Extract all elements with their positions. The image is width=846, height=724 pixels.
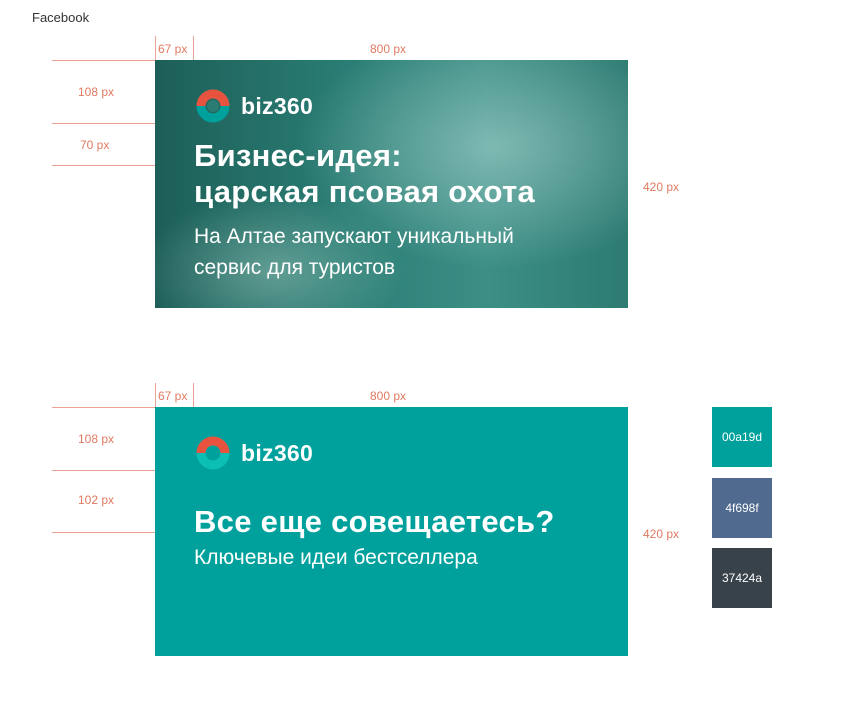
banner-plain: biz360 Все еще совещаетесь? Ключевые иде… <box>155 407 628 656</box>
color-swatch: 37424a <box>712 548 772 608</box>
page-label: Facebook <box>32 10 90 25</box>
color-swatch: 00a19d <box>712 407 772 467</box>
brand-name: biz360 <box>241 92 314 119</box>
logo-ring-icon <box>196 89 230 123</box>
guide-line <box>52 60 155 61</box>
brand-logo: biz360 <box>196 89 313 123</box>
banner-title-line1: Бизнес-идея: <box>194 138 402 173</box>
color-swatch: 4f698f <box>712 478 772 538</box>
swatch-label: 00a19d <box>721 430 763 444</box>
brand-name: biz360 <box>241 439 314 466</box>
guide-line <box>155 383 156 408</box>
dim-left-margin: 67 px <box>158 389 188 403</box>
dim-left-margin: 67 px <box>158 42 188 56</box>
brand-logo: biz360 <box>196 436 313 470</box>
banner-title: Все еще совещаетесь? <box>194 504 555 539</box>
banner-subtitle-line2: сервис для туристов <box>194 256 396 279</box>
dim-height: 420 px <box>643 527 680 541</box>
dim-logo-top: 108 px <box>78 85 115 99</box>
banner-title-line2: царская псовая охота <box>194 174 536 209</box>
logo-ring-icon <box>196 436 230 470</box>
dim-width: 800 px <box>370 42 407 56</box>
banner-photo: biz360 Бизнес-идея: царская псовая охота… <box>155 60 628 308</box>
banner-subtitle: Ключевые идеи бестселлера <box>194 546 478 569</box>
guide-line <box>52 407 155 408</box>
dim-width: 800 px <box>370 389 407 403</box>
swatch-label: 37424a <box>721 571 763 585</box>
dim-height: 420 px <box>643 180 680 194</box>
swatch-label: 4f698f <box>725 501 759 515</box>
dim-title-offset: 70 px <box>80 138 110 152</box>
banner-subtitle-line1: На Алтае запускают уникальный <box>194 225 514 248</box>
dim-logo-top: 108 px <box>78 432 115 446</box>
guide-line <box>155 36 156 61</box>
dim-title-offset: 102 px <box>78 493 115 507</box>
